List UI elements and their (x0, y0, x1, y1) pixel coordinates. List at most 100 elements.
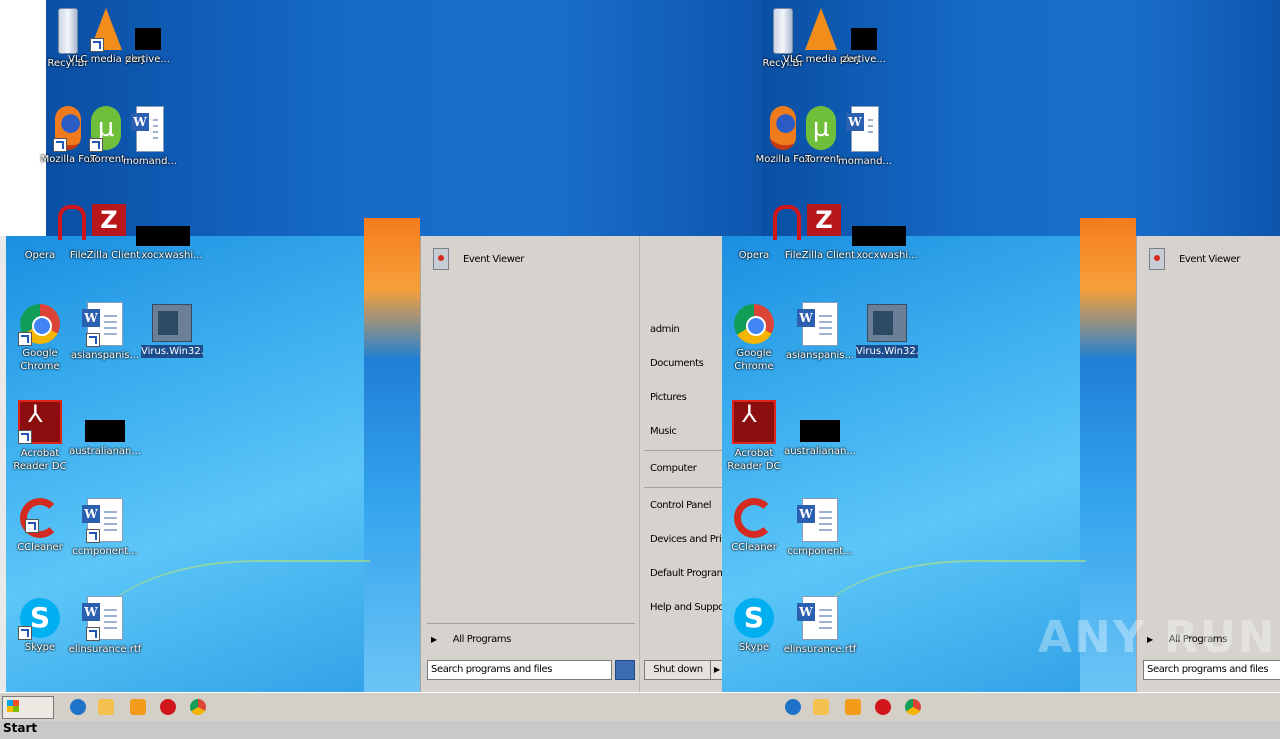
desktop-icon-elinsurance[interactable]: W elinsurance.rtf (782, 596, 858, 656)
desktop-icon-label: ccmponent... (72, 546, 138, 557)
event-viewer-icon (1149, 248, 1165, 270)
media-player-icon[interactable] (845, 699, 861, 715)
file-icon (867, 236, 907, 246)
start-menu-item-event-viewer[interactable]: Event Viewer (433, 248, 524, 270)
desktop-icon-virus-exe[interactable]: Virus.Win32.Spreder.exe (134, 304, 210, 358)
desktop-icon-label: momand... (838, 156, 892, 167)
anyrun-watermark: ANY RUN (1038, 612, 1277, 663)
desktop-icon-asianspanis[interactable]: W asianspanis... (782, 302, 858, 362)
chrome-icon[interactable] (905, 699, 921, 715)
search-icon[interactable] (615, 660, 635, 680)
desktop-icon-label: ccmponent... (787, 546, 853, 557)
start-button[interactable]: Start (2, 696, 54, 735)
desktop-icon-ccmponent[interactable]: W ccmponent... (782, 498, 858, 558)
desktop-icon-label: zertive... (126, 54, 170, 65)
file-icon (152, 236, 192, 246)
start-menu-item-documents[interactable]: Documents (650, 358, 704, 369)
desktop-icon-label: xocxwashi... (856, 250, 918, 261)
start-search-input[interactable]: Search programs and files (1143, 660, 1280, 680)
desktop-icon-label: FileZilla Client (784, 250, 856, 261)
event-viewer-icon (433, 248, 449, 270)
start-menu-item-computer[interactable]: Computer (650, 463, 697, 474)
desktop-icon-acrobat[interactable]: ⅄ Acrobat Reader DC (716, 400, 792, 473)
desktop-icon-document[interactable]: W momand... (112, 106, 188, 168)
opera-icon (20, 236, 60, 246)
word-document-icon: W (846, 106, 879, 152)
start-menu-separator (644, 450, 724, 451)
opera-icon[interactable] (160, 699, 176, 715)
opera-top-fragment-icon (773, 205, 801, 240)
desktop-icon-asianspanis[interactable]: W asianspanis... (67, 302, 143, 362)
desktop-icon-label: Acrobat Reader DC (727, 448, 781, 472)
desktop-icon-label: elinsurance.rtf (68, 644, 142, 655)
start-menu-item-music[interactable]: Music (650, 426, 677, 437)
desktop-icon-label: momand... (123, 156, 177, 167)
desktop-icon-skype[interactable]: S Skype (716, 598, 792, 654)
filezilla-top-fragment-icon: Z (92, 204, 126, 236)
windows-logo-orange (364, 218, 420, 692)
chrome-icon[interactable] (190, 699, 206, 715)
explorer-icon[interactable] (813, 699, 829, 715)
start-menu-item-event-viewer[interactable]: Event Viewer (1149, 248, 1240, 270)
all-programs-button[interactable]: ▶ All Programs (431, 634, 511, 645)
opera-top-fragment-icon (58, 205, 86, 240)
executable-icon (867, 304, 907, 342)
desktop-icon-label: Skype (738, 642, 770, 653)
start-menu-item-pictures[interactable]: Pictures (650, 392, 687, 403)
start-menu-places-pane: admin Documents Pictures Music Computer … (639, 236, 745, 692)
start-menu: Event Viewer ▶ All Programs Search progra… (420, 236, 745, 692)
start-menu-separator (644, 487, 724, 488)
black-file-icon (800, 420, 840, 442)
desktop-icon-xocx[interactable]: xocxwashi... (849, 236, 925, 262)
desktop-icon-australianan[interactable]: australianan... (782, 400, 858, 458)
desktop-icon-label: asianspanis... (785, 350, 855, 361)
start-menu-item-default-programs[interactable]: Default Programs (650, 568, 731, 579)
desktop-icon-australianan[interactable]: australianan... (67, 400, 143, 458)
executable-icon (152, 304, 192, 342)
start-menu-item-control-panel[interactable]: Control Panel (650, 500, 712, 511)
desktop-icon-black-file[interactable]: zertive... (826, 8, 902, 66)
word-document-icon: W (82, 498, 123, 543)
black-file-icon (851, 28, 877, 50)
chrome-icon (734, 304, 774, 344)
desktop-icon-label: Opera (738, 250, 770, 261)
desktop-icon-label: australianan... (69, 446, 141, 457)
start-menu-programs-pane: Event Viewer ▶ All Programs Search progra… (421, 236, 639, 692)
black-file-icon (85, 420, 125, 442)
opera-icon (734, 236, 774, 246)
windows-flag-icon (7, 700, 19, 712)
desktop-icon-chrome[interactable]: Google Chrome (716, 304, 792, 373)
desktop-icon-document[interactable]: W momand... (827, 106, 903, 168)
desktop-icon-opera[interactable]: Opera (716, 236, 792, 262)
opera-icon[interactable] (875, 699, 891, 715)
desktop-icon-label: FileZilla Client (69, 250, 141, 261)
start-search-input[interactable]: Search programs and files (427, 660, 612, 680)
desktop-icon-label: australianan... (784, 446, 856, 457)
internet-explorer-icon[interactable] (785, 699, 801, 715)
start-menu-item-admin[interactable]: admin (650, 324, 680, 335)
internet-explorer-icon[interactable] (70, 699, 86, 715)
desktop-icon-ccleaner[interactable]: CCleaner (716, 498, 792, 554)
media-player-icon[interactable] (130, 699, 146, 715)
shutdown-button[interactable]: Shut down (644, 660, 712, 680)
desktop-icon-virus-exe[interactable]: Virus.Win32.Spreder.exe (849, 304, 925, 358)
word-document-icon: W (82, 596, 123, 641)
skype-icon: S (734, 598, 774, 638)
arrow-right-icon: ▶ (431, 635, 437, 644)
desktop-icon-ccmponent[interactable]: W ccmponent... (67, 498, 143, 558)
ccleaner-icon (20, 498, 60, 538)
desktop-icon-label: elinsurance.rtf (783, 644, 857, 655)
desktop-icon-black-file[interactable]: zertive... (110, 8, 186, 66)
desktop-icon-filezilla[interactable]: FileZilla Client (782, 236, 858, 262)
skype-icon: S (18, 598, 60, 640)
desktop-icon-label: zertive... (842, 54, 886, 65)
desktop-icon-label: CCleaner (731, 542, 777, 553)
filezilla-top-fragment-icon: Z (807, 204, 841, 236)
desktop-icon-elinsurance[interactable]: W elinsurance.rtf (67, 596, 143, 656)
word-document-icon: W (797, 302, 838, 346)
explorer-icon[interactable] (98, 699, 114, 715)
taskbar: Start (0, 692, 1280, 735)
desktop-icon-filezilla[interactable]: FileZilla Client (67, 236, 143, 262)
acrobat-icon: ⅄ (18, 400, 62, 444)
desktop-icon-xocx[interactable]: xocxwashi... (134, 236, 210, 262)
